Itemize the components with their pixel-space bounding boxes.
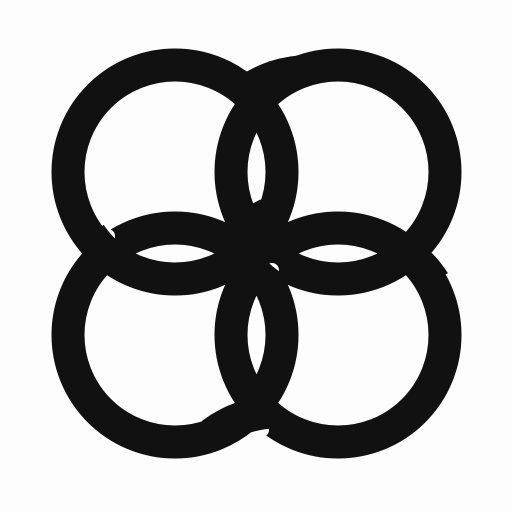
over-arc-bottom-right [397,240,448,292]
four-ring-knot-icon [51,48,462,459]
icon-canvas [0,0,512,512]
over-arc-top-left [76,224,123,271]
